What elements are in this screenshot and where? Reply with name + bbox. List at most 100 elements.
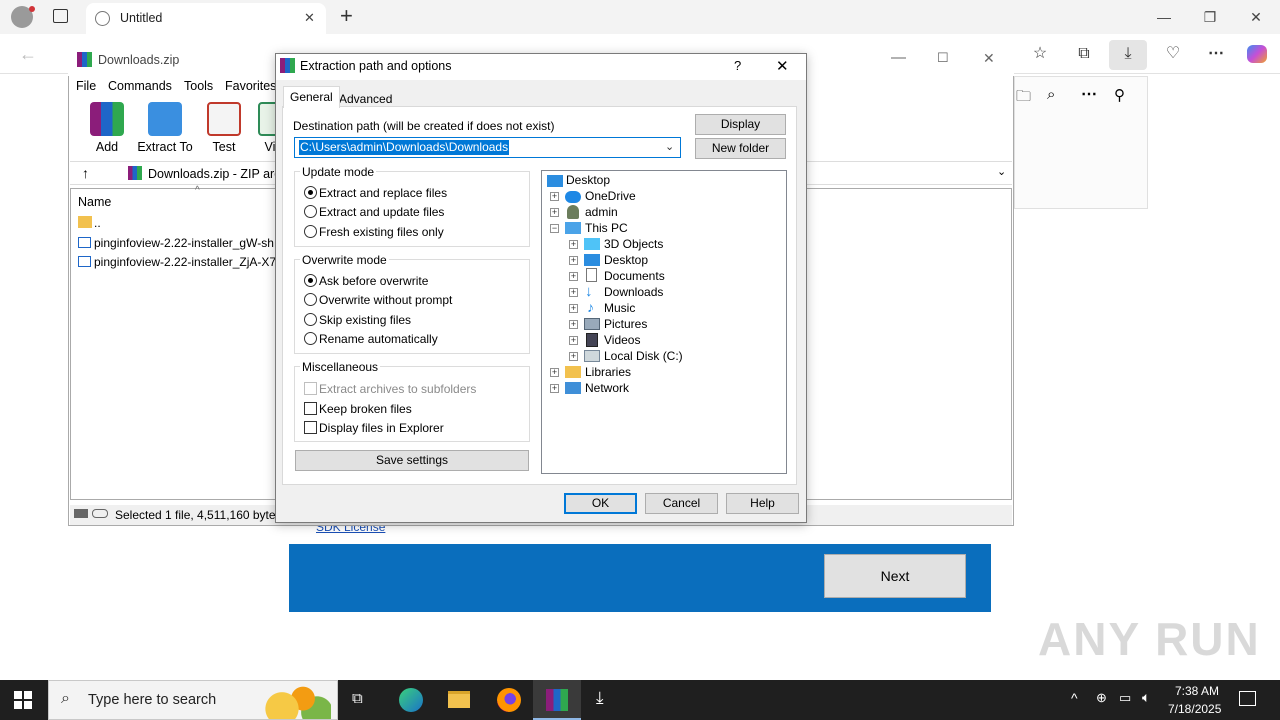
radio-extract-replace[interactable]: [304, 186, 317, 199]
radio-fresh-existing-label[interactable]: Fresh existing files only: [319, 225, 444, 239]
radio-extract-update[interactable]: [304, 205, 317, 218]
menu-file[interactable]: File: [76, 79, 96, 93]
tree-node-pictures[interactable]: Pictures: [604, 317, 647, 331]
tree-node-desktop-pc[interactable]: Desktop: [604, 253, 648, 267]
radio-extract-replace-label[interactable]: Extract and replace files: [319, 186, 447, 200]
expand-libraries-icon[interactable]: +: [550, 368, 559, 377]
view-tool-button[interactable]: Vi: [240, 102, 276, 154]
clock-time[interactable]: 7:38 AM: [1175, 684, 1219, 698]
tree-node-downloads[interactable]: Downloads: [604, 285, 663, 299]
folder-icon[interactable]: 🗀: [1016, 86, 1031, 111]
taskbar-explorer-button[interactable]: [435, 680, 483, 720]
dialog-close-button[interactable]: ✕: [776, 57, 789, 75]
tree-node-onedrive[interactable]: OneDrive: [585, 189, 636, 203]
clock-date[interactable]: 7/18/2025: [1168, 702, 1221, 716]
tray-app-icon[interactable]: ⊕: [1096, 690, 1107, 706]
tray-overflow-icon[interactable]: ^: [1071, 690, 1078, 706]
checkbox-display-explorer-label[interactable]: Display files in Explorer: [319, 421, 444, 435]
list-item[interactable]: pinginfoview-2.22-installer_gW-sh: [94, 236, 274, 250]
taskbar-installer-button[interactable]: ⤓: [582, 680, 630, 720]
expand-network-icon[interactable]: +: [550, 384, 559, 393]
radio-ask-before-label[interactable]: Ask before overwrite: [319, 274, 428, 288]
display-button[interactable]: Display: [695, 114, 786, 135]
expand-videos-icon[interactable]: +: [569, 336, 578, 345]
more-icon[interactable]: ⋯: [1081, 84, 1097, 104]
search-icon[interactable]: ⌕: [1047, 86, 1055, 103]
browser-close-button[interactable]: ✕: [1233, 4, 1279, 30]
volume-icon[interactable]: 🔈︎: [1142, 689, 1150, 706]
taskbar-firefox-button[interactable]: [484, 680, 532, 720]
tree-node-desktop[interactable]: Desktop: [566, 173, 610, 187]
network-tray-icon[interactable]: ▭: [1119, 690, 1131, 706]
dialog-help-button[interactable]: ?: [734, 58, 741, 73]
new-folder-button[interactable]: New folder: [695, 138, 786, 159]
windows-start-icon[interactable]: [14, 691, 32, 709]
up-arrow-icon[interactable]: ↑: [82, 165, 89, 181]
tree-node-videos[interactable]: Videos: [604, 333, 640, 347]
expand-downloads-icon[interactable]: +: [569, 288, 578, 297]
winrar-minimize-button[interactable]: —: [891, 49, 906, 66]
destination-path-value[interactable]: C:\Users\admin\Downloads\Downloads: [299, 140, 510, 155]
notifications-icon[interactable]: [1239, 691, 1256, 706]
tab-close-icon[interactable]: ✕: [304, 10, 315, 26]
expand-pictures-icon[interactable]: +: [569, 320, 578, 329]
radio-skip-existing-label[interactable]: Skip existing files: [319, 313, 411, 327]
tree-node-local-disk[interactable]: Local Disk (C:): [604, 349, 683, 363]
taskbar-edge-button[interactable]: [386, 680, 434, 720]
tab-general[interactable]: General: [283, 86, 340, 108]
radio-fresh-existing[interactable]: [304, 225, 317, 238]
performance-icon[interactable]: ♡: [1159, 42, 1187, 66]
checkbox-display-explorer[interactable]: [304, 421, 317, 434]
expand-music-icon[interactable]: +: [569, 304, 578, 313]
collapse-this-pc-icon[interactable]: −: [550, 224, 559, 233]
expand-3d-objects-icon[interactable]: +: [569, 240, 578, 249]
copilot-icon[interactable]: [1247, 45, 1267, 63]
tree-node-documents[interactable]: Documents: [604, 269, 665, 283]
winrar-maximize-button[interactable]: ☐: [937, 50, 949, 66]
radio-rename-automatically[interactable]: [304, 332, 317, 345]
save-settings-button[interactable]: Save settings: [295, 450, 529, 471]
ok-button[interactable]: OK: [564, 493, 637, 514]
favorite-star-icon[interactable]: ☆: [1026, 42, 1054, 66]
browser-restore-button[interactable]: ❐: [1187, 4, 1233, 30]
expand-documents-icon[interactable]: +: [569, 272, 578, 281]
expand-desktop-icon[interactable]: +: [569, 256, 578, 265]
more-menu-icon[interactable]: ⋯: [1202, 42, 1230, 66]
list-item[interactable]: ..: [94, 216, 101, 230]
taskbar-winrar-button[interactable]: [533, 680, 581, 720]
address-dropdown-icon[interactable]: ⌄: [997, 165, 1006, 178]
column-name-header[interactable]: Name: [78, 195, 111, 209]
expand-admin-icon[interactable]: +: [550, 208, 559, 217]
menu-commands[interactable]: Commands: [108, 79, 172, 93]
extract-to-tool-button[interactable]: Extract To: [135, 102, 195, 154]
radio-extract-update-label[interactable]: Extract and update files: [319, 205, 444, 219]
expand-onedrive-icon[interactable]: +: [550, 192, 559, 201]
tree-node-admin[interactable]: admin: [585, 205, 618, 219]
tree-node-music[interactable]: Music: [604, 301, 635, 315]
radio-overwrite-without-prompt-label[interactable]: Overwrite without prompt: [319, 293, 452, 307]
tab-advanced[interactable]: Advanced: [333, 89, 398, 110]
pin-icon[interactable]: ⚲: [1114, 86, 1125, 104]
back-arrow-icon[interactable]: ←: [14, 42, 42, 66]
winrar-close-button[interactable]: ✕: [983, 50, 995, 67]
menu-favorites[interactable]: Favorites: [225, 79, 276, 93]
browser-minimize-button[interactable]: —: [1141, 4, 1187, 30]
tree-node-libraries[interactable]: Libraries: [585, 365, 631, 379]
collections-icon[interactable]: ⧉: [1070, 42, 1098, 66]
menu-tools[interactable]: Tools: [184, 79, 213, 93]
radio-rename-automatically-label[interactable]: Rename automatically: [319, 332, 438, 346]
checkbox-keep-broken-label[interactable]: Keep broken files: [319, 402, 412, 416]
radio-ask-before[interactable]: [304, 274, 317, 287]
tree-node-3d-objects[interactable]: 3D Objects: [604, 237, 663, 251]
cancel-button[interactable]: Cancel: [645, 493, 718, 514]
checkbox-keep-broken[interactable]: [304, 402, 317, 415]
new-tab-button[interactable]: +: [340, 3, 353, 29]
tree-node-network[interactable]: Network: [585, 381, 629, 395]
next-button[interactable]: Next: [824, 554, 966, 598]
radio-skip-existing[interactable]: [304, 313, 317, 326]
radio-overwrite-without-prompt[interactable]: [304, 293, 317, 306]
help-button[interactable]: Help: [726, 493, 799, 514]
list-item[interactable]: pinginfoview-2.22-installer_ZjA-X7: [94, 255, 276, 269]
tree-node-this-pc[interactable]: This PC: [585, 221, 628, 235]
task-view-button[interactable]: ⧉: [338, 680, 386, 720]
